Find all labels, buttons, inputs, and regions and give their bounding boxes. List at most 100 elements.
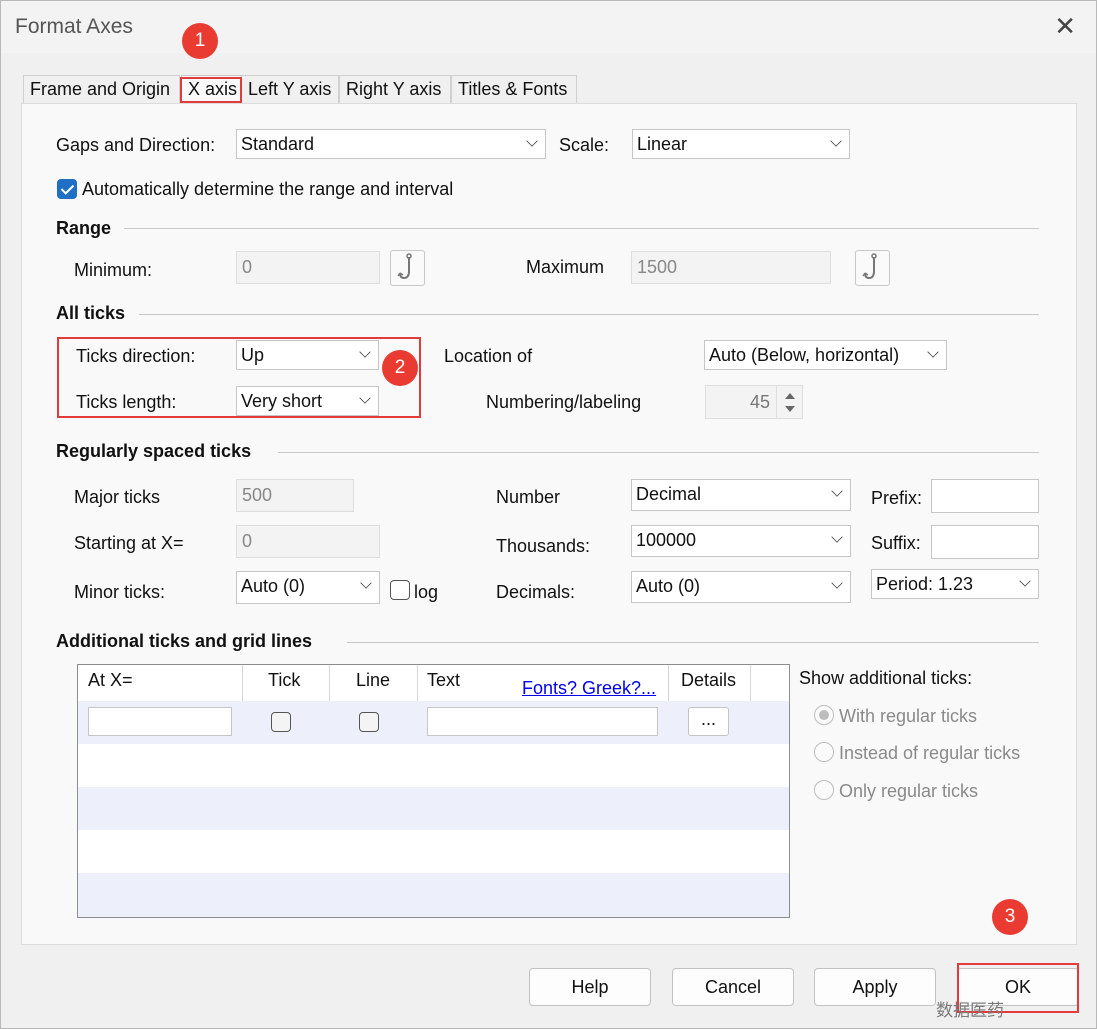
location-select[interactable]: Auto (Below, horizontal) [704,340,947,370]
suffix-label: Suffix: [871,533,921,553]
number-format-value: Decimal [636,484,702,504]
column-header-details: Details [681,665,737,701]
chevron-down-icon [831,531,843,543]
column-header-text: Text [427,665,461,701]
chevron-up-icon[interactable] [785,393,795,399]
column-divider [750,665,751,701]
chevron-down-icon [927,346,939,358]
column-divider [668,665,669,701]
tab-right-y-axis[interactable]: Right Y axis [339,75,451,105]
additional-ticks-divider [347,642,1039,643]
decimals-label: Decimals: [496,582,576,602]
tab-titles-and-fonts[interactable]: Titles & Fonts [451,75,577,105]
with-regular-ticks-label: With regular ticks [839,706,978,726]
regular-ticks-divider [278,452,1039,453]
maximum-input[interactable]: 1500 [631,251,831,284]
minimum-hook-button[interactable] [390,250,425,286]
instead-of-regular-ticks-label: Instead of regular ticks [839,743,1021,763]
column-header-line: Line [356,665,391,701]
regular-ticks-heading: Regularly spaced ticks [56,441,252,461]
additional-ticks-heading: Additional ticks and grid lines [56,631,313,651]
table-row [78,873,789,917]
tick-checkbox[interactable] [271,712,291,732]
close-icon[interactable]: ✕ [1054,11,1076,41]
numbering-value: 45 [749,392,770,412]
numbering-label: Numbering/labeling [486,392,642,412]
apply-button[interactable]: Apply [814,968,936,1006]
maximum-hook-button[interactable] [855,250,890,286]
table-row [78,830,789,873]
gaps-direction-value: Standard [241,134,315,154]
log-checkbox[interactable] [390,580,410,600]
thousands-select[interactable]: 100000 [631,525,851,557]
starting-at-label: Starting at X= [74,533,184,553]
text-input[interactable] [427,707,658,736]
with-regular-ticks-radio[interactable] [814,705,834,725]
table-row [78,787,789,830]
title-bar: Format Axes ✕ [1,1,1096,53]
log-label: log [414,582,439,602]
location-label: Location of [444,346,533,366]
only-regular-ticks-label: Only regular ticks [839,781,979,801]
decimals-select[interactable]: Auto (0) [631,571,851,603]
location-value: Auto (Below, horizontal) [709,345,900,365]
step-badge-3: 3 [992,899,1028,935]
watermark: 数据医药 [936,1001,1004,1020]
format-axes-dialog: Format Axes ✕ Frame and Origin X axis Le… [0,0,1097,1029]
chevron-down-icon [830,135,842,147]
auto-range-checkbox[interactable] [57,179,77,199]
minor-ticks-value: Auto (0) [241,576,306,596]
table-row: ... [78,701,789,744]
range-heading: Range [56,218,112,238]
prefix-input[interactable] [931,479,1039,513]
show-additional-ticks-label: Show additional ticks: [799,668,973,688]
period-value: Period: 1.23 [876,574,974,594]
dialog-title: Format Axes [15,15,133,38]
tab-frame-and-origin[interactable]: Frame and Origin [23,75,180,105]
line-checkbox[interactable] [359,712,379,732]
step-badge-2: 2 [382,350,418,386]
number-format-select[interactable]: Decimal [631,479,851,511]
chevron-down-icon [1019,575,1031,587]
tab-left-y-axis[interactable]: Left Y axis [241,75,339,105]
fonts-greek-link[interactable]: Fonts? Greek?... [522,678,656,699]
table-row [78,744,789,787]
chevron-down-icon [526,135,538,147]
step-badge-1: 1 [182,23,218,59]
decimals-value: Auto (0) [636,576,701,596]
numbering-stepper[interactable]: 45 [705,385,803,419]
all-ticks-heading: All ticks [56,303,126,323]
prefix-label: Prefix: [871,488,923,508]
range-divider [124,228,1039,229]
chevron-down-icon[interactable] [785,406,795,412]
chevron-down-icon [360,577,372,589]
number-label: Number [496,487,561,507]
column-divider [417,665,418,701]
cancel-button[interactable]: Cancel [672,968,794,1006]
period-select[interactable]: Period: 1.23 [871,569,1039,599]
minor-ticks-select[interactable]: Auto (0) [236,571,380,604]
minimum-input[interactable]: 0 [236,251,380,284]
details-button[interactable]: ... [688,707,729,736]
scale-label: Scale: [559,135,610,155]
column-header-at-x: At X= [88,665,133,701]
chevron-down-icon [831,485,843,497]
starting-at-input[interactable]: 0 [236,525,380,558]
gaps-direction-label: Gaps and Direction: [56,135,216,155]
major-ticks-input[interactable]: 500 [236,479,354,512]
gaps-direction-select[interactable]: Standard [236,129,546,159]
stepper-arrows[interactable] [776,386,802,418]
minor-ticks-label: Minor ticks: [74,582,166,602]
auto-range-label: Automatically determine the range and in… [82,179,454,199]
scale-select[interactable]: Linear [632,129,850,159]
instead-of-regular-ticks-radio[interactable] [814,742,834,762]
suffix-input[interactable] [931,525,1039,559]
thousands-label: Thousands: [496,536,591,556]
at-x-input[interactable] [88,707,232,736]
only-regular-ticks-radio[interactable] [814,780,834,800]
help-button[interactable]: Help [529,968,651,1006]
maximum-label: Maximum [526,257,605,277]
column-divider [329,665,330,701]
column-header-tick: Tick [268,665,301,701]
major-ticks-label: Major ticks [74,487,161,507]
